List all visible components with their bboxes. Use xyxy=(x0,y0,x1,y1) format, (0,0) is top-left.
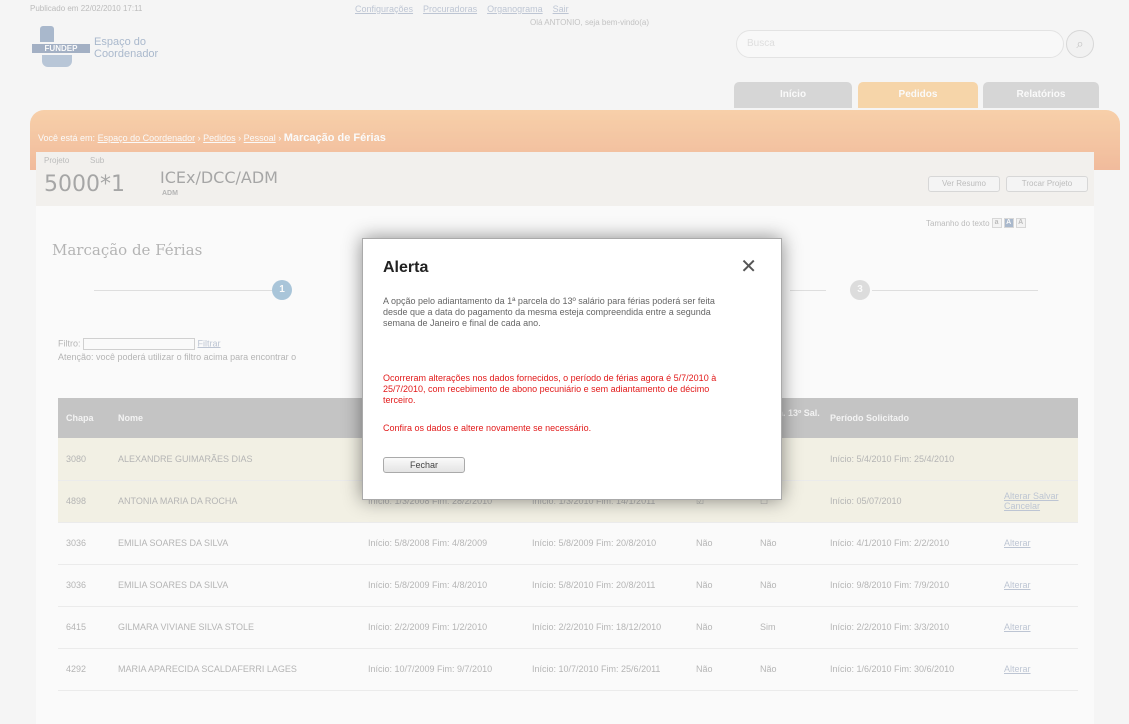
alert-message: Ocorreram alterações nos dados fornecido… xyxy=(383,373,717,405)
alert-info-text: A opção pelo adiantamento da 1ª parcela … xyxy=(383,296,715,328)
close-button[interactable]: Fechar xyxy=(383,457,465,473)
alert-title: Alerta xyxy=(383,259,429,276)
close-icon[interactable]: ✕ xyxy=(740,257,757,277)
alert-dialog: Alerta ✕ A opção pelo adiantamento da 1ª… xyxy=(362,238,782,500)
alert-confirm-text: Confira os dados e altere novamente se n… xyxy=(383,423,592,433)
